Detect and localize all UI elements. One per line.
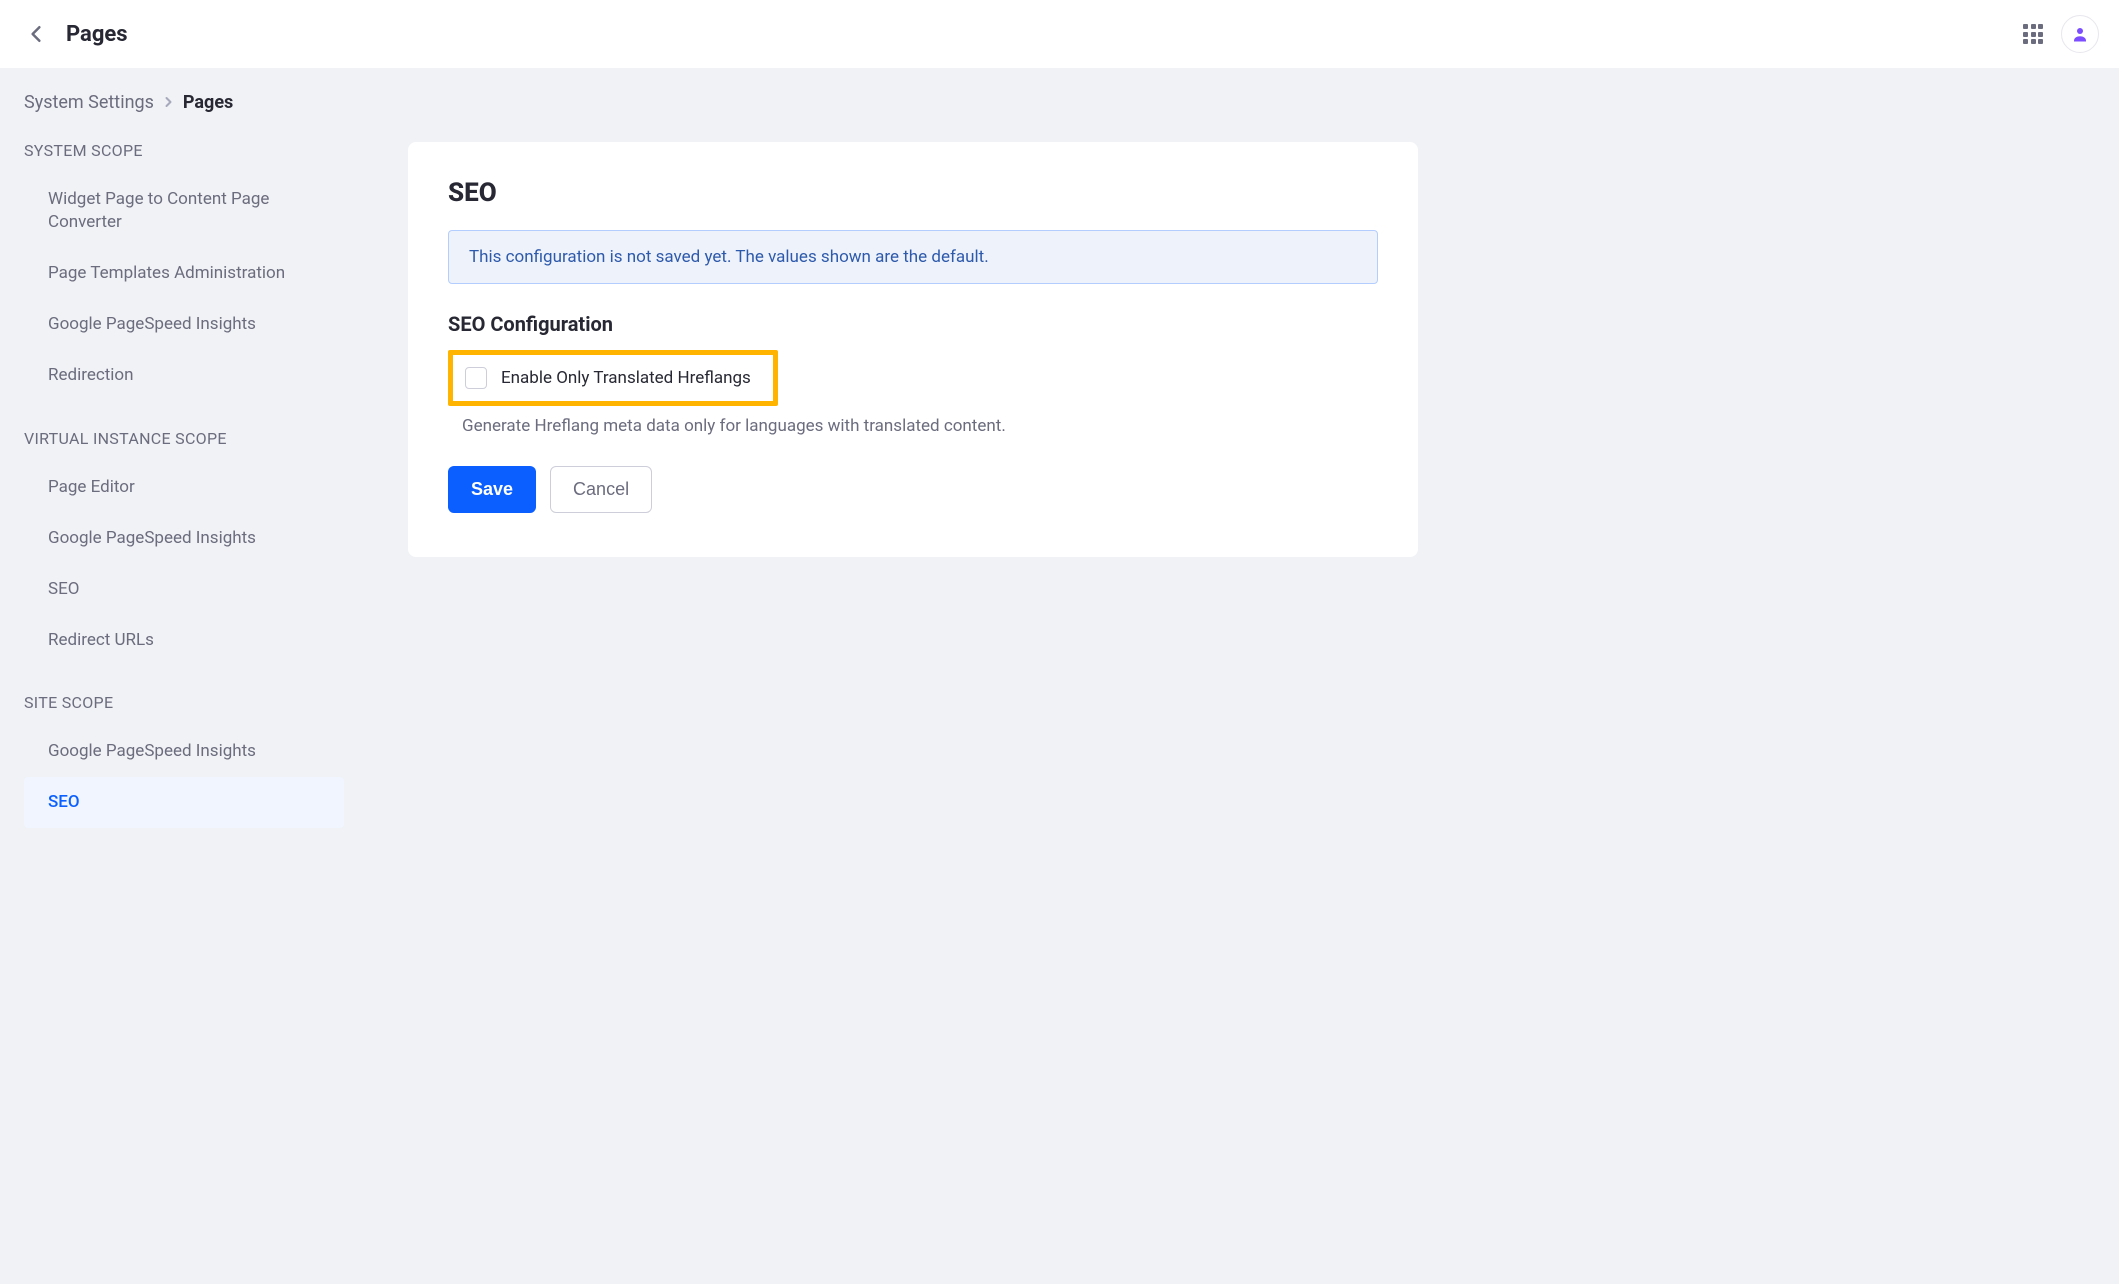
button-row: Save Cancel xyxy=(448,466,1378,513)
chevron-right-icon xyxy=(164,92,173,113)
scope-heading: SYSTEM SCOPE xyxy=(24,141,344,160)
sidebar-item-pagespeed-system[interactable]: Google PageSpeed Insights xyxy=(24,299,344,350)
main-panel: SEO This configuration is not saved yet.… xyxy=(408,142,1418,557)
panel-title: SEO xyxy=(448,178,1378,208)
chevron-left-icon xyxy=(29,25,43,43)
sidebar-item-pagespeed-site[interactable]: Google PageSpeed Insights xyxy=(24,726,344,777)
nav-list: Page Editor Google PageSpeed Insights SE… xyxy=(24,462,344,666)
user-avatar[interactable] xyxy=(2061,15,2099,53)
save-button[interactable]: Save xyxy=(448,466,536,513)
scope-group-system: SYSTEM SCOPE Widget Page to Content Page… xyxy=(24,141,344,401)
page-body: System Settings Pages SYSTEM SCOPE Widge… xyxy=(0,68,2119,1284)
info-alert: This configuration is not saved yet. The… xyxy=(448,230,1378,284)
sidebar-item-page-editor[interactable]: Page Editor xyxy=(24,462,344,513)
cancel-button[interactable]: Cancel xyxy=(550,466,652,513)
scope-heading: SITE SCOPE xyxy=(24,693,344,712)
section-title: SEO Configuration xyxy=(448,312,1378,336)
breadcrumb: System Settings Pages xyxy=(24,92,344,113)
scope-group-virtual: VIRTUAL INSTANCE SCOPE Page Editor Googl… xyxy=(24,429,344,666)
apps-grid-icon[interactable] xyxy=(2023,24,2043,44)
topbar: Pages xyxy=(0,0,2119,68)
sidebar-item-seo-site[interactable]: SEO xyxy=(24,777,344,828)
sidebar-item-redirection[interactable]: Redirection xyxy=(24,350,344,401)
sidebar: System Settings Pages SYSTEM SCOPE Widge… xyxy=(24,92,344,856)
topbar-right xyxy=(2023,15,2099,53)
help-text: Generate Hreflang meta data only for lan… xyxy=(462,416,1378,436)
back-button[interactable] xyxy=(24,22,48,46)
nav-list: Widget Page to Content Page Converter Pa… xyxy=(24,174,344,401)
breadcrumb-parent[interactable]: System Settings xyxy=(24,92,154,113)
sidebar-item-pagespeed-virtual[interactable]: Google PageSpeed Insights xyxy=(24,513,344,564)
user-icon xyxy=(2071,25,2089,43)
checkbox-label: Enable Only Translated Hreflangs xyxy=(501,368,751,388)
scope-group-site: SITE SCOPE Google PageSpeed Insights SEO xyxy=(24,693,344,828)
sidebar-item-widget-converter[interactable]: Widget Page to Content Page Converter xyxy=(24,174,344,248)
nav-list: Google PageSpeed Insights SEO xyxy=(24,726,344,828)
sidebar-item-page-templates[interactable]: Page Templates Administration xyxy=(24,248,344,299)
topbar-left: Pages xyxy=(24,22,128,47)
scope-heading: VIRTUAL INSTANCE SCOPE xyxy=(24,429,344,448)
highlighted-checkbox-row: Enable Only Translated Hreflangs xyxy=(448,350,778,406)
sidebar-item-redirect-urls[interactable]: Redirect URLs xyxy=(24,615,344,666)
page-title: Pages xyxy=(66,22,128,47)
sidebar-item-seo-virtual[interactable]: SEO xyxy=(24,564,344,615)
enable-hreflangs-checkbox[interactable] xyxy=(465,367,487,389)
breadcrumb-current: Pages xyxy=(183,92,233,113)
